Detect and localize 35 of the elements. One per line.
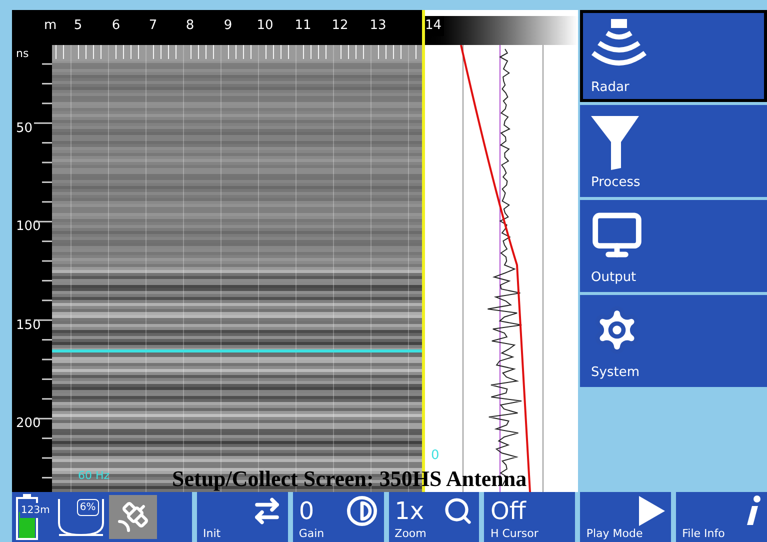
menu-button[interactable]: Process [580,105,767,197]
distance-label: 7 [148,17,158,35]
depth-unit: ns [16,46,29,62]
distance-unit: m [44,17,57,35]
depth-label: 150 [16,317,41,335]
depth-label: 200 [16,415,41,433]
toolbar-button[interactable]: Play Mode [580,492,672,542]
distance-label: 6 [112,17,120,35]
frequency-label: 60 Hz [78,468,110,484]
menu-button[interactable]: Radar [580,10,767,102]
funnel-icon [591,114,639,170]
toolbar-button[interactable]: 0 Gain [292,492,384,542]
distance-readout: 123m [20,502,51,518]
distance-label: 10 [256,17,274,35]
distance-label: 8 [186,17,194,35]
distance-label: 11 [294,17,312,35]
storage-percent: 6% [76,499,99,516]
search-icon [443,496,474,526]
distance-label: 5 [74,17,82,35]
distance-label: 12 [332,17,348,35]
depth-label: 50 [16,120,33,138]
distance-label: 13 [370,17,386,35]
toolbar-button[interactable]: File Info [676,492,767,542]
distance-label: 9 [224,17,232,35]
depth-label: 100 [16,218,41,236]
play-icon [639,496,666,526]
info-icon [744,495,761,527]
toolbar-button[interactable]: Init [197,492,288,542]
toolbar-button[interactable]: 1x Zoom [388,492,480,542]
toolbar-button[interactable]: Off H Cursor [484,492,576,542]
contrast-icon [346,495,378,527]
menu-button[interactable]: System [580,295,767,387]
distance-label: 14 [425,16,444,36]
menu-button[interactable]: Output [580,200,767,292]
trace-zero-label: 0 [431,447,440,465]
